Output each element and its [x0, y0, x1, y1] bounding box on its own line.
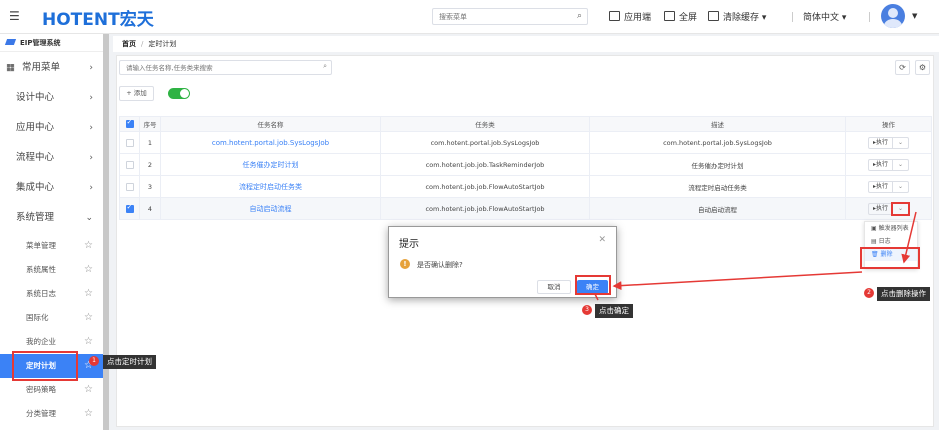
step-callout-1: 点击定时计划: [103, 355, 156, 369]
step-badge-3: 3: [582, 305, 592, 315]
chevron-right-icon: ›: [89, 153, 93, 163]
app-end-button[interactable]: 应用端: [609, 10, 651, 23]
chevron-down-icon[interactable]: ⌄: [893, 182, 908, 192]
system-title: EIP管理系统: [0, 34, 107, 52]
col-class: 任务类: [380, 116, 590, 132]
language-select[interactable]: 简体中文 ▾: [803, 10, 846, 23]
row-checkbox[interactable]: [125, 160, 134, 169]
dialog-message: 是否确认删除?: [417, 261, 463, 269]
star-icon[interactable]: ☆: [84, 306, 93, 330]
broom-icon: [708, 11, 719, 21]
chevron-right-icon: ›: [89, 63, 93, 73]
search-icon[interactable]: ⌕: [577, 11, 582, 21]
sidebar-subitem-i18n[interactable]: 国际化 ☆: [0, 306, 103, 330]
sidebar-item-favorites[interactable]: ▦ 常用菜单 ›: [0, 53, 103, 83]
grid-icon: ▦: [6, 62, 15, 73]
sidebar-subitem-sys-prop[interactable]: 系统属性 ☆: [0, 258, 103, 282]
execute-button[interactable]: ▸执行 ⌄: [867, 158, 910, 171]
step-callout-2: 点击删除操作: [877, 287, 930, 301]
highlight-box-scheduler: [12, 351, 78, 381]
step-badge-2: 2: [864, 288, 874, 298]
row-checkbox[interactable]: [125, 138, 134, 147]
task-name-link[interactable]: 任务催办定时计划: [160, 153, 381, 176]
col-name: 任务名称: [160, 116, 381, 132]
sidebar-item-integration[interactable]: 集成中心 ›: [0, 173, 103, 203]
star-icon[interactable]: ☆: [84, 330, 93, 354]
task-name-link[interactable]: com.hotent.portal.job.SysLogsJob: [160, 131, 381, 154]
table-row: 3 流程定时启动任务类 com.hotent.job.job.FlowAutoS…: [119, 175, 932, 198]
logo: HOTENT宏天: [42, 10, 154, 30]
star-icon[interactable]: ☆: [84, 258, 93, 282]
execute-button[interactable]: ▸执行 ⌄: [867, 201, 911, 216]
task-name-link[interactable]: 流程定时启动任务类: [160, 175, 381, 198]
col-desc: 描述: [589, 116, 846, 132]
dialog-title: 提示: [399, 239, 419, 250]
menu-search[interactable]: ⌕: [432, 8, 588, 25]
divider: [792, 12, 793, 22]
row-checkbox[interactable]: [125, 182, 134, 191]
row-checkbox[interactable]: [125, 203, 134, 213]
chevron-right-icon: ›: [89, 183, 93, 193]
chevron-down-icon[interactable]: ⌄: [893, 160, 908, 170]
task-table: 序号 任务名称 任务类 描述 操作 1 com.hotent.portal.jo…: [119, 116, 932, 220]
sidebar-subitem-sys-log[interactable]: 系统日志 ☆: [0, 282, 103, 306]
task-search[interactable]: ⌕: [119, 60, 332, 75]
dropdown-item-triggers[interactable]: ▣ 触发器列表: [865, 222, 917, 235]
execute-button[interactable]: ▸执行 ⌄: [867, 180, 910, 193]
chevron-down-icon[interactable]: ⌄: [893, 138, 908, 148]
divider: [869, 12, 870, 22]
star-icon[interactable]: ☆: [84, 378, 93, 402]
table-row: 2 任务催办定时计划 com.hotent.job.job.TaskRemind…: [119, 153, 932, 176]
star-icon[interactable]: ☆: [84, 282, 93, 306]
highlight-box-confirm: [575, 275, 611, 295]
chevron-down-icon[interactable]: ⌄: [890, 201, 911, 216]
col-action: 操作: [845, 116, 932, 132]
sidebar-item-flow[interactable]: 流程中心 ›: [0, 143, 103, 173]
sidebar-item-app[interactable]: 应用中心 ›: [0, 113, 103, 143]
task-name-link[interactable]: 自动启动流程: [160, 197, 381, 220]
menu-toggle-icon[interactable]: ☰: [9, 9, 23, 23]
logo-icon: [4, 39, 17, 45]
highlight-box-delete: [860, 247, 920, 269]
search-icon[interactable]: ⌕: [323, 62, 327, 71]
chevron-right-icon: ›: [89, 93, 93, 103]
cancel-button[interactable]: 取消: [537, 280, 571, 294]
breadcrumb: 首页 / 定时计划: [113, 36, 939, 52]
menu-search-input[interactable]: [433, 9, 563, 24]
monitor-icon: [609, 11, 620, 21]
sidebar-subitem-password[interactable]: 密码策略 ☆: [0, 378, 103, 402]
clear-cache-button[interactable]: 清除缓存 ▾: [708, 10, 766, 23]
fullscreen-button[interactable]: 全屏: [664, 10, 697, 23]
execute-button[interactable]: ▸执行 ⌄: [867, 136, 910, 149]
table-row: 1 com.hotent.portal.job.SysLogsJob com.h…: [119, 131, 932, 154]
chevron-down-icon: ⌄: [85, 213, 93, 223]
warning-icon: !: [400, 259, 410, 269]
col-no: 序号: [139, 116, 161, 132]
sidebar-scrollbar[interactable]: [103, 34, 109, 430]
chevron-right-icon: ›: [89, 123, 93, 133]
select-all-checkbox[interactable]: [125, 118, 134, 128]
table-row: 4 自动启动流程 com.hotent.job.job.FlowAutoStar…: [119, 197, 932, 220]
breadcrumb-current: 定时计划: [148, 40, 177, 48]
step-callout-3: 点击确定: [595, 304, 633, 318]
fullscreen-icon: [664, 11, 675, 21]
sidebar-subitem-category[interactable]: 分类管理 ☆: [0, 402, 103, 426]
close-icon[interactable]: ✕: [598, 235, 606, 245]
scheduler-toggle[interactable]: [168, 88, 190, 99]
refresh-icon[interactable]: ⟳: [895, 60, 910, 75]
gear-icon[interactable]: ⚙: [915, 60, 930, 75]
star-icon[interactable]: ☆: [84, 234, 93, 258]
sidebar-subitem-menu-mgmt[interactable]: 菜单管理 ☆: [0, 234, 103, 258]
chevron-down-icon[interactable]: ▼: [912, 12, 917, 20]
step-badge-1: 1: [89, 356, 99, 366]
add-button[interactable]: + 添加: [119, 86, 154, 101]
top-header: ☰ HOTENT宏天 ⌕ 应用端 全屏 清除缓存 ▾ 简体中文 ▾ ▼: [0, 0, 939, 34]
task-search-input[interactable]: [120, 61, 310, 74]
sidebar-item-system[interactable]: 系统管理 ⌄: [0, 203, 103, 233]
avatar[interactable]: [881, 4, 905, 28]
star-icon[interactable]: ☆: [84, 402, 93, 426]
sidebar-item-design[interactable]: 设计中心 ›: [0, 83, 103, 113]
breadcrumb-home[interactable]: 首页: [122, 40, 136, 48]
